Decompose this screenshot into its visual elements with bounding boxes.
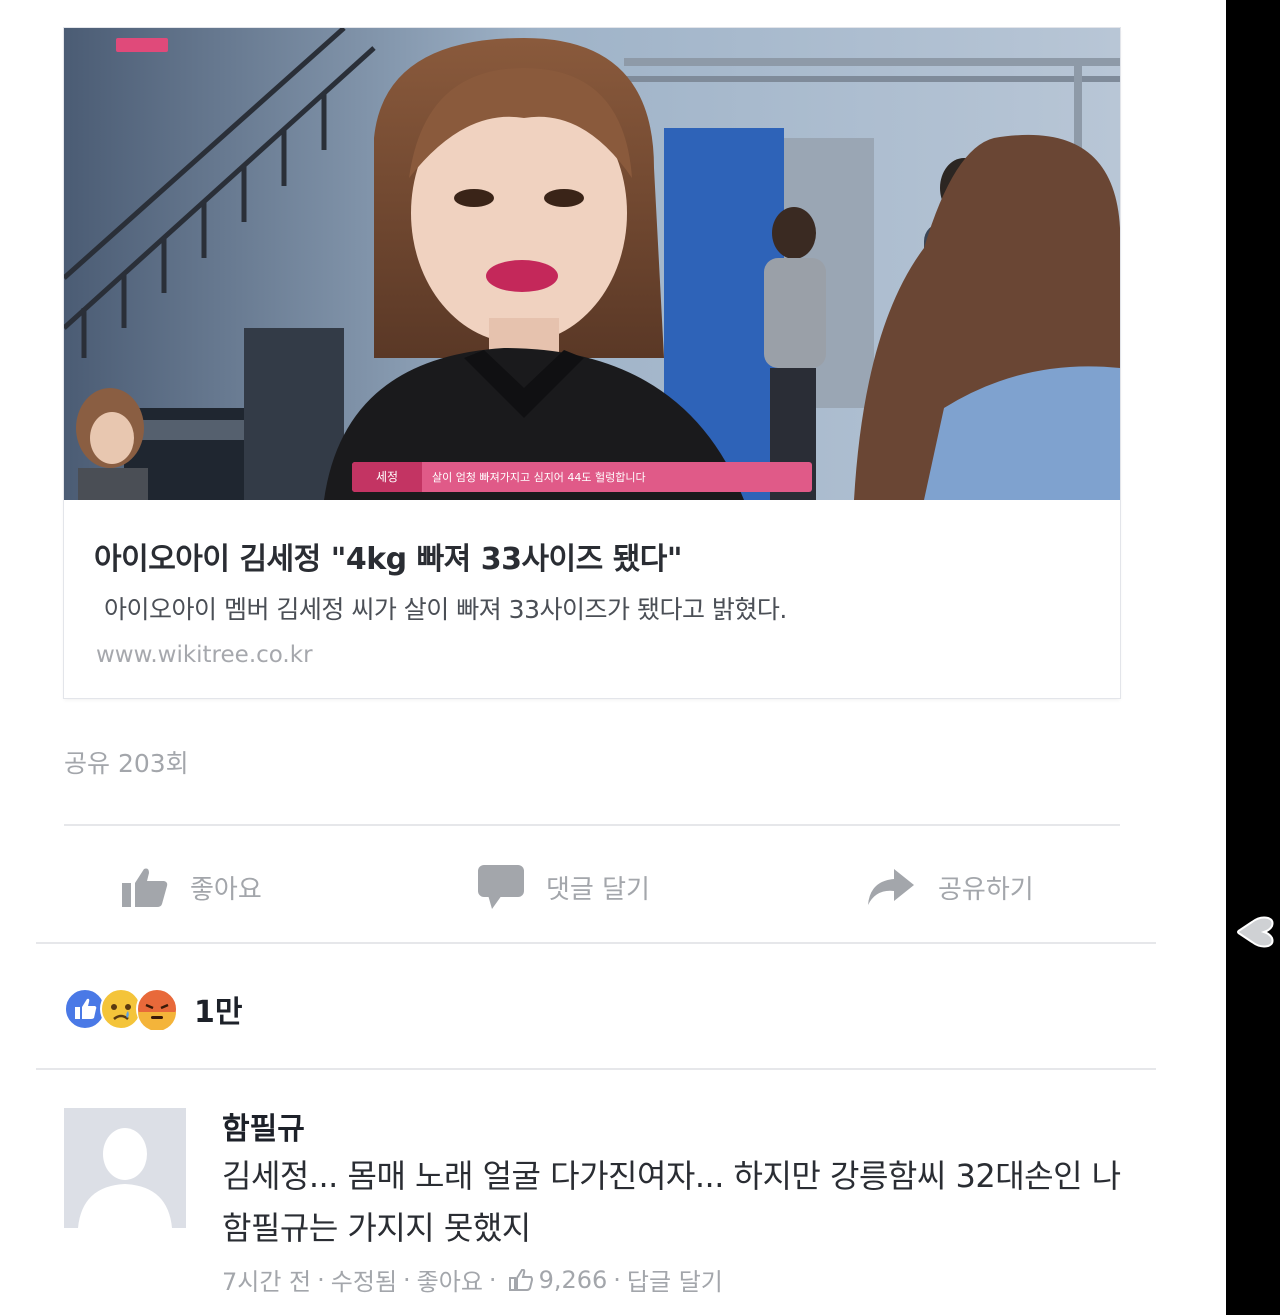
broadcast-badge	[116, 38, 168, 52]
divider	[64, 824, 1120, 826]
comment-reply-button[interactable]: 답글 달기	[627, 1262, 723, 1297]
comment-like-count[interactable]: 9,266	[539, 1266, 608, 1294]
caption-speaker-tag: 세정	[352, 462, 422, 492]
reaction-count: 1만	[194, 995, 243, 1030]
caption-text: 살이 엄청 빠져가지고 심지어 44도 헐렁합니다	[432, 471, 646, 484]
divider	[36, 942, 1156, 944]
comment-like-button[interactable]: 좋아요	[417, 1262, 483, 1297]
link-domain: www.wikitree.co.kr	[96, 642, 313, 668]
link-description: 아이오아이 멤버 김세정 씨가 살이 빠져 33사이즈가 됐다고 밝혔다.	[104, 595, 787, 624]
link-preview-card[interactable]: 세정 살이 엄청 빠져가지고 심지어 44도 헐렁합니다 아이오아이 김세정 "…	[64, 28, 1120, 698]
share-count[interactable]: 공유 203회	[64, 744, 189, 780]
comment-button[interactable]: 댓글 달기	[478, 862, 650, 912]
video-caption-bar: 세정 살이 엄청 빠져가지고 심지어 44도 헐렁합니다	[352, 462, 812, 492]
meta-separator: ·	[317, 1265, 325, 1294]
link-title[interactable]: 아이오아이 김세정 "4kg 빠져 33사이즈 됐다"	[94, 534, 683, 578]
comment-text: 김세정... 몸매 노래 얼굴 다가진여자... 하지만 강릉함씨 32대손인 …	[222, 1157, 1121, 1247]
comment-author[interactable]: 함필규	[222, 1104, 305, 1148]
news-photo-illustration	[64, 28, 1120, 500]
default-avatar-icon	[64, 1108, 186, 1228]
reaction-summary[interactable]: 1만	[64, 984, 242, 1034]
meta-separator: ·	[613, 1265, 621, 1294]
meta-separator: ·	[403, 1265, 411, 1294]
avatar[interactable]	[64, 1108, 186, 1228]
like-button[interactable]: 좋아요	[122, 862, 262, 912]
comment-bubble-icon	[478, 865, 524, 909]
thumbs-up-outline-icon	[508, 1268, 533, 1291]
comment-meta: 7시간 전 · 수정됨 · 좋아요 · 9,266 · 답글 달기	[222, 1262, 723, 1297]
meta-separator: ·	[488, 1265, 497, 1294]
scroll-handle-icon[interactable]	[1234, 912, 1274, 952]
dark-side-margin	[1226, 0, 1280, 1315]
share-label: 공유하기	[938, 874, 1034, 905]
comment-edited[interactable]: 수정됨	[331, 1262, 397, 1297]
divider	[36, 1068, 1156, 1070]
thumbs-up-icon	[122, 868, 168, 907]
share-button[interactable]: 공유하기	[866, 862, 1034, 912]
comment-label: 댓글 달기	[546, 874, 650, 905]
comment-time[interactable]: 7시간 전	[222, 1262, 311, 1297]
facebook-post-page: 세정 살이 엄청 빠져가지고 심지어 44도 헐렁합니다 아이오아이 김세정 "…	[0, 0, 1226, 1315]
link-preview-image[interactable]: 세정 살이 엄청 빠져가지고 심지어 44도 헐렁합니다	[64, 28, 1120, 500]
like-label: 좋아요	[190, 874, 262, 905]
angry-reaction-icon	[136, 988, 178, 1030]
share-arrow-icon	[868, 869, 914, 905]
